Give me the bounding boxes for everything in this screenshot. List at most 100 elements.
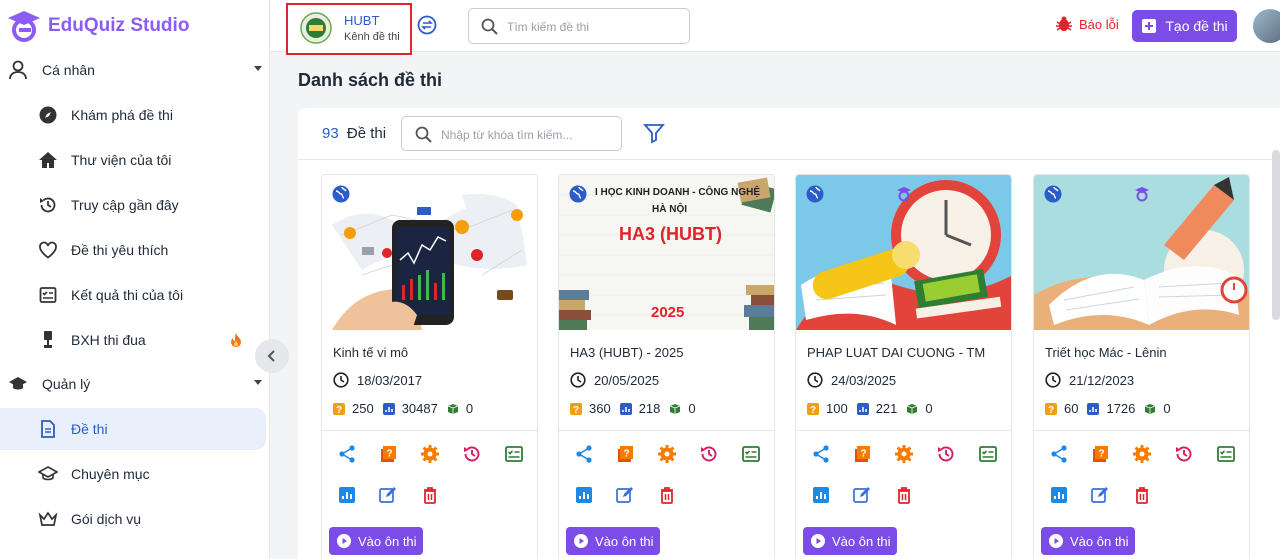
result-icon [1217,446,1235,462]
gear-button[interactable] [419,443,441,465]
share-button[interactable] [336,443,358,465]
gear-button[interactable] [893,443,915,465]
sidebar-item-results[interactable]: Kết quả thi của tôi [0,274,266,316]
gear-icon [1133,445,1151,463]
share-button[interactable] [1048,443,1070,465]
card-stats: ? 60 1726 0 [1045,401,1180,416]
statistics-button[interactable] [573,484,595,506]
delete-button[interactable] [893,484,915,506]
sidebar: EduQuiz Studio Cá nhân Khám phá đề thi T… [0,0,270,559]
search-icon [481,18,498,35]
card-stats: ? 250 30487 0 [333,401,482,416]
download-icon [1145,403,1156,414]
edit-button[interactable] [851,484,873,506]
statistics-button[interactable] [1048,484,1070,506]
channel-selector[interactable]: HUBT Kênh đề thi [286,3,412,55]
question-count: 100 [826,401,848,416]
chevron-down-icon [254,380,262,385]
create-exam-button[interactable]: Tạo đề thi [1132,10,1237,42]
statistics-button[interactable] [810,484,832,506]
delete-button[interactable] [419,484,441,506]
result-button[interactable] [740,443,762,465]
card-thumbnail [1034,175,1249,330]
result-button[interactable] [1215,443,1237,465]
card-date: 21/12/2023 [1045,372,1134,388]
history-button[interactable] [698,443,720,465]
avatar[interactable] [1253,9,1280,43]
edit-icon [616,487,633,503]
collapse-sidebar-button[interactable] [255,339,289,373]
exam-card[interactable]: I HỌC KINH DOANH - CÔNG NGHỆ HÀ NỘI HA3 … [558,174,775,559]
result-button[interactable] [503,443,525,465]
clock-icon [333,372,349,388]
card-date-value: 20/05/2025 [594,372,660,388]
card-date: 20/05/2025 [570,372,659,388]
delete-button[interactable] [656,484,678,506]
exam-card[interactable]: PHAP LUAT DAI CUONG - TM 24/03/2025 ? 100… [795,174,1012,559]
switch-channel-icon[interactable] [417,15,437,35]
statistics-button[interactable] [336,484,358,506]
sidebar-item-plans[interactable]: Gói dịch vụ [0,498,266,540]
history-icon [40,197,56,213]
question-bank-icon: ? [855,446,870,462]
history-icon [701,446,717,462]
clock-icon [570,372,586,388]
sidebar-item-exams[interactable]: Đề thi [0,408,266,450]
exam-count-label: Đề thi [346,125,387,142]
header-search-input[interactable] [507,18,682,36]
start-review-button[interactable]: Vào ôn thi [329,527,423,555]
share-button[interactable] [810,443,832,465]
edit-button[interactable] [1089,484,1111,506]
result-icon [505,446,523,462]
keyword-search-input[interactable] [441,126,611,143]
sidebar-item-recent[interactable]: Truy cập gần đây [0,184,266,226]
svg-text:?: ? [623,449,629,460]
question-count: 60 [1064,401,1079,416]
page-title: Danh sách đề thi [298,70,443,90]
gear-button[interactable] [1131,443,1153,465]
edit-icon [853,487,870,503]
question-bank-button[interactable]: ? [851,443,873,465]
gear-button[interactable] [656,443,678,465]
start-review-button[interactable]: Vào ôn thi [803,527,897,555]
group-personal[interactable]: Cá nhân [0,50,270,90]
sidebar-item-leaderboard[interactable]: BXH thi đua [0,319,266,361]
question-bank-button[interactable]: ? [1089,443,1111,465]
svg-text:?: ? [573,405,579,415]
sidebar-item-favorites[interactable]: Đề thi yêu thích [0,229,266,271]
exam-card[interactable]: Kinh tế vi mô 18/03/2017 ? 250 30487 0 ? … [321,174,538,559]
question-bank-button[interactable]: ? [614,443,636,465]
history-button[interactable] [1173,443,1195,465]
fire-icon [231,333,241,347]
statistics-icon [1051,487,1067,503]
filter-icon[interactable] [643,122,665,144]
question-bank-button[interactable]: ? [377,443,399,465]
app-logo[interactable]: EduQuiz Studio [6,6,189,46]
report-bug-button[interactable]: Báo lỗi [1055,15,1119,33]
group-manage[interactable]: Quản lý [0,364,270,404]
sidebar-item-library[interactable]: Thư viện của tôi [0,139,266,181]
share-button[interactable] [573,443,595,465]
edit-button[interactable] [614,484,636,506]
start-review-button[interactable]: Vào ôn thi [566,527,660,555]
card-date-value: 24/03/2025 [831,372,897,388]
sidebar-item-categories[interactable]: Chuyên mục [0,453,266,495]
sidebar-item-explore[interactable]: Khám phá đề thi [0,94,266,136]
card-date-value: 18/03/2017 [357,372,423,388]
edit-button[interactable] [377,484,399,506]
exam-card[interactable]: Triết học Mác - Lênin 21/12/2023 ? 60 172… [1033,174,1250,559]
delete-icon [424,487,436,504]
keyword-search[interactable] [401,116,622,151]
start-review-button[interactable]: Vào ôn thi [1041,527,1135,555]
history-button[interactable] [935,443,957,465]
start-review-label: Vào ôn thi [358,533,417,549]
start-review-label: Vào ôn thi [1070,533,1129,549]
header-search[interactable] [468,8,690,44]
delete-button[interactable] [1131,484,1153,506]
result-button[interactable] [977,443,999,465]
document-icon [41,420,55,438]
gear-icon [421,445,439,463]
history-button[interactable] [461,443,483,465]
scrollbar[interactable] [1272,150,1280,320]
svg-text:?: ? [386,449,392,460]
